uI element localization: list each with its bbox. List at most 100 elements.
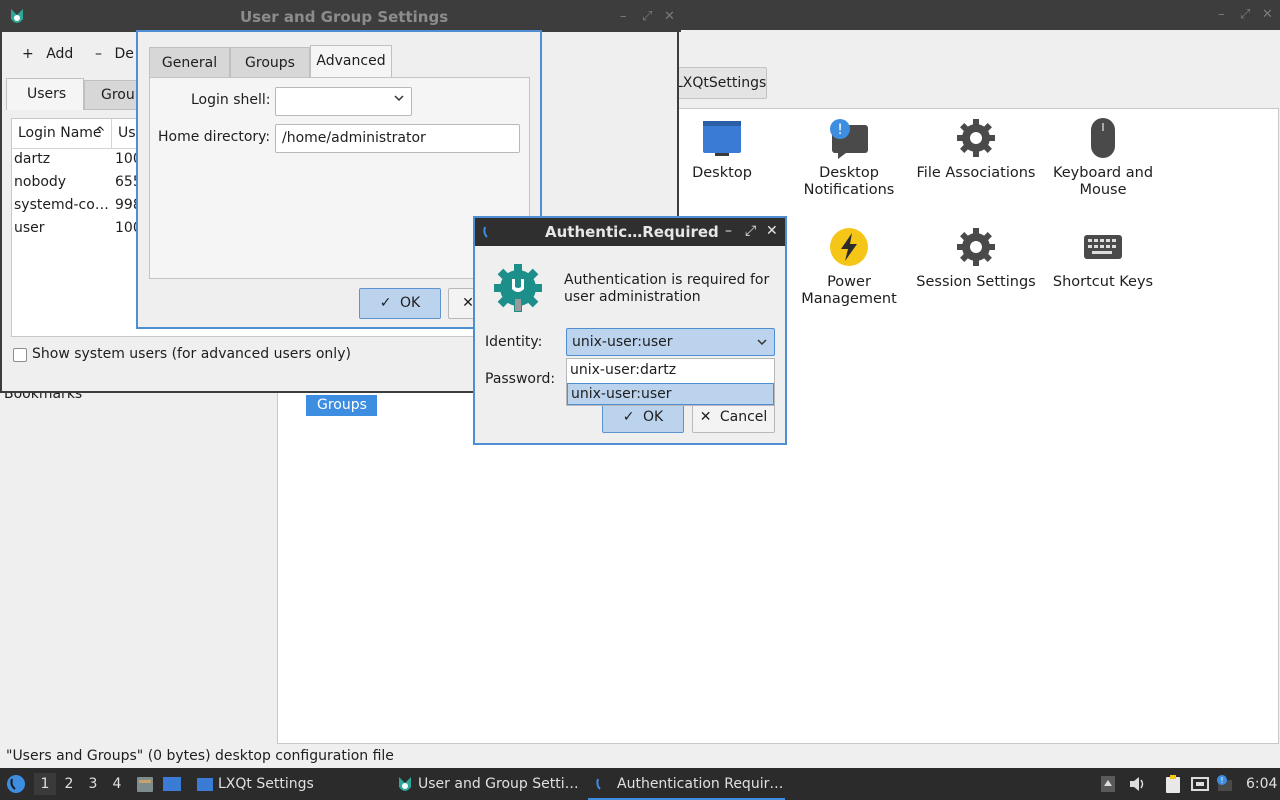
- settings-item-label: Session Settings: [916, 274, 1036, 290]
- ok-label: OK: [399, 295, 421, 311]
- task-lxqt-settings[interactable]: LXQt Settings: [190, 768, 385, 800]
- close-icon[interactable]: ✕: [664, 9, 675, 24]
- settings-item-power-management[interactable]: Power Management: [784, 226, 914, 308]
- table-row[interactable]: nobody 655: [14, 174, 142, 190]
- tab-advanced[interactable]: Advanced: [310, 45, 392, 78]
- delete-user-button[interactable]: – De: [95, 46, 134, 62]
- tray-menu-icon[interactable]: [1099, 774, 1117, 798]
- auth-ok-button[interactable]: ✓ OK: [602, 402, 684, 433]
- start-menu-icon[interactable]: [6, 774, 26, 798]
- minimize-icon[interactable]: –: [1218, 7, 1225, 22]
- notification-icon[interactable]: !: [1215, 774, 1235, 798]
- tab-groups[interactable]: Group: [84, 80, 144, 110]
- show-system-users-label: Show system users (for advanced users on…: [32, 346, 351, 362]
- settings-item-groups-selected[interactable]: Groups: [306, 395, 377, 416]
- delete-label: De: [114, 46, 134, 62]
- plus-icon: +: [22, 46, 34, 62]
- settings-item-label: Power Management: [801, 274, 897, 307]
- ok-button[interactable]: ✓ OK: [359, 288, 441, 319]
- settings-item-label: File Associations: [916, 165, 1036, 181]
- auth-app-icon: [594, 776, 610, 796]
- auth-title: Authentic…Required: [545, 223, 719, 241]
- user-login: nobody: [14, 174, 67, 190]
- tab-general[interactable]: General: [149, 47, 230, 78]
- show-desktop-icon[interactable]: [162, 774, 182, 798]
- identity-value: unix-user:user: [572, 334, 673, 350]
- minimize-icon[interactable]: –: [620, 9, 627, 24]
- chevron-down-icon: [393, 92, 405, 108]
- settings-item-shortcut-keys[interactable]: Shortcut Keys: [1038, 226, 1168, 291]
- desktop-1[interactable]: 1: [34, 773, 56, 795]
- folder-icon: [196, 775, 214, 797]
- volume-icon[interactable]: [1127, 774, 1147, 798]
- check-icon: ✓: [379, 295, 392, 311]
- app-logo-icon: [396, 775, 414, 799]
- add-user-button[interactable]: + Add: [22, 46, 73, 62]
- notification-icon: !: [828, 117, 870, 159]
- table-row[interactable]: dartz 100: [14, 151, 142, 167]
- file-manager-icon[interactable]: [135, 774, 155, 798]
- task-label: User and Group Setti…: [418, 776, 579, 792]
- close-icon[interactable]: ✕: [1262, 7, 1273, 22]
- desktop-2[interactable]: 2: [58, 773, 80, 795]
- identity-option-user[interactable]: unix-user:user: [567, 383, 774, 405]
- identity-select[interactable]: unix-user:user: [566, 328, 775, 356]
- task-label: Authentication Requir…: [617, 776, 784, 792]
- settings-item-file-associations[interactable]: File Associations: [911, 117, 1041, 182]
- column-login-name[interactable]: Login Name: [18, 125, 102, 141]
- column-divider: [111, 119, 112, 149]
- minimize-icon[interactable]: –: [725, 223, 732, 239]
- auth-cancel-label: Cancel: [719, 409, 768, 425]
- desktop-4[interactable]: 4: [106, 773, 128, 795]
- settings-item-label: Shortcut Keys: [1052, 274, 1154, 290]
- clock[interactable]: 6:04: [1246, 776, 1277, 792]
- identity-option-dartz[interactable]: unix-user:dartz: [567, 360, 774, 382]
- settings-item-desktop-notifications[interactable]: ! Desktop Notifications: [784, 117, 914, 199]
- task-label: LXQt Settings: [218, 776, 314, 792]
- task-user-group-settings[interactable]: User and Group Setti…: [390, 768, 585, 800]
- svg-text:!: !: [1220, 776, 1223, 785]
- auth-titlebar: Authentic…Required – ⤢ ✕: [475, 218, 785, 246]
- login-shell-select[interactable]: [275, 87, 412, 116]
- maximize-icon[interactable]: ⤢: [1240, 7, 1250, 22]
- user-group-titlebar: User and Group Settings – ⤢ ✕: [2, 2, 681, 32]
- tab-users[interactable]: Users: [6, 78, 84, 110]
- auth-message: Authentication is required for user admi…: [564, 272, 770, 305]
- show-system-users-checkbox[interactable]: [13, 348, 27, 362]
- network-icon[interactable]: [1190, 774, 1210, 798]
- status-bar: "Users and Groups" (0 bytes) desktop con…: [6, 748, 394, 764]
- auth-cancel-button[interactable]: ✕ Cancel: [692, 402, 775, 433]
- login-shell-label: Login shell:: [191, 92, 271, 108]
- table-row[interactable]: user 100: [14, 220, 142, 236]
- admin-gear-icon: [491, 261, 545, 319]
- gear-icon: [955, 117, 997, 159]
- task-authentication-required[interactable]: Authentication Requir…: [588, 768, 785, 800]
- lxqt-settings-toolbar-button[interactable]: LXQtSettings: [664, 67, 767, 99]
- password-label: Password:: [485, 371, 556, 387]
- gear-icon: [955, 226, 997, 268]
- settings-item-session-settings[interactable]: Session Settings: [911, 226, 1041, 291]
- mouse-icon: [1082, 117, 1124, 159]
- taskbar: 1 2 3 4 LXQt Settings User and Group Set…: [0, 768, 1280, 800]
- sort-asc-icon: ^: [94, 125, 106, 141]
- chevron-down-icon: [756, 336, 768, 352]
- maximize-icon[interactable]: ⤢: [642, 9, 652, 24]
- settings-item-label: Keyboard and Mouse: [1052, 165, 1154, 198]
- auth-app-icon: [481, 224, 497, 244]
- table-row[interactable]: systemd-co… 998: [14, 197, 142, 213]
- authentication-dialog: Authentic…Required – ⤢ ✕ Authentication …: [473, 216, 787, 445]
- tab-groups[interactable]: Groups: [230, 47, 310, 78]
- settings-item-label: Desktop Notifications: [803, 165, 895, 198]
- maximize-icon[interactable]: ⤢: [745, 223, 756, 239]
- monitor-icon: [701, 117, 743, 159]
- clipboard-icon[interactable]: [1163, 774, 1183, 798]
- home-directory-label: Home directory:: [158, 129, 271, 145]
- close-icon[interactable]: ✕: [766, 223, 778, 239]
- user-login: user: [14, 220, 45, 236]
- check-icon: ✓: [622, 409, 635, 425]
- desktop-3[interactable]: 3: [82, 773, 104, 795]
- settings-item-keyboard-and-mouse[interactable]: Keyboard and Mouse: [1038, 117, 1168, 199]
- keyboard-icon: [1082, 226, 1124, 268]
- minus-icon: –: [95, 46, 102, 62]
- home-directory-input[interactable]: /home/administrator: [275, 124, 520, 153]
